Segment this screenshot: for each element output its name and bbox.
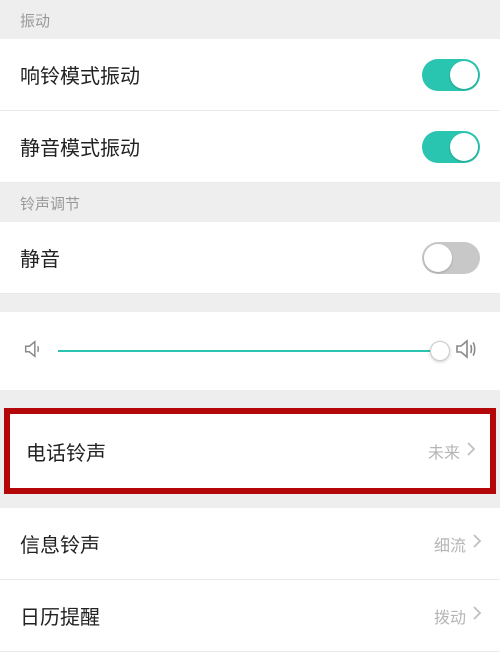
- row-silent-vibrate[interactable]: 静音模式振动: [0, 111, 500, 183]
- ring-vibrate-toggle[interactable]: [422, 59, 480, 91]
- section-header-vibration: 振动: [0, 0, 500, 39]
- row-mute[interactable]: 静音: [0, 222, 500, 294]
- section-header-tone-adjust: 铃声调节: [0, 183, 500, 222]
- calendar-reminder-value: 拨动: [434, 604, 466, 628]
- calendar-reminder-label: 日历提醒: [20, 601, 100, 630]
- mute-label: 静音: [20, 243, 60, 272]
- highlight-phone-ringtone: 电话铃声 未来: [4, 408, 496, 494]
- volume-slider-thumb[interactable]: [430, 341, 450, 361]
- volume-high-icon: [454, 337, 478, 366]
- silent-vibrate-toggle[interactable]: [422, 131, 480, 163]
- mute-toggle[interactable]: [422, 242, 480, 274]
- phone-ringtone-label: 电话铃声: [26, 437, 106, 466]
- phone-ringtone-value: 未来: [428, 439, 460, 463]
- volume-low-icon: [22, 338, 44, 365]
- row-phone-ringtone[interactable]: 电话铃声 未来: [10, 414, 490, 488]
- toggle-knob: [450, 133, 478, 161]
- row-message-ringtone[interactable]: 信息铃声 细流: [0, 508, 500, 580]
- gap: [0, 294, 500, 312]
- row-ring-vibrate[interactable]: 响铃模式振动: [0, 39, 500, 111]
- message-ringtone-value: 细流: [434, 532, 466, 556]
- chevron-right-icon: [472, 533, 482, 554]
- volume-slider-row: [0, 312, 500, 390]
- chevron-right-icon: [472, 605, 482, 626]
- volume-slider[interactable]: [58, 350, 440, 352]
- nav-right: 拨动: [434, 604, 482, 628]
- toggle-knob: [450, 61, 478, 89]
- row-calendar-reminder[interactable]: 日历提醒 拨动: [0, 580, 500, 652]
- gap: [0, 390, 500, 408]
- ring-vibrate-label: 响铃模式振动: [20, 60, 140, 89]
- message-ringtone-label: 信息铃声: [20, 529, 100, 558]
- toggle-knob: [424, 244, 452, 272]
- silent-vibrate-label: 静音模式振动: [20, 132, 140, 161]
- nav-right: 细流: [434, 532, 482, 556]
- nav-right: 未来: [428, 439, 476, 463]
- chevron-right-icon: [466, 441, 476, 462]
